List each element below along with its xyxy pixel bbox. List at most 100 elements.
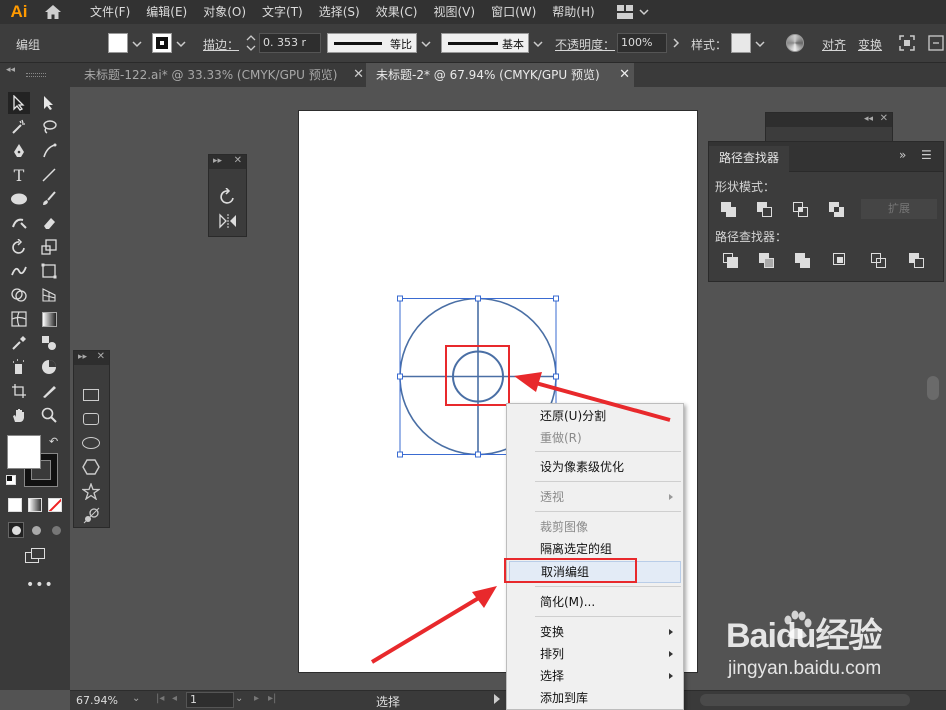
symbol-sprayer-tool-icon[interactable] <box>8 356 30 378</box>
free-transform-tool-icon[interactable] <box>38 260 60 282</box>
menu-effect[interactable]: 效果(C) <box>368 0 426 24</box>
magic-wand-tool-icon[interactable] <box>8 116 30 138</box>
menu-item-arrange[interactable]: 排列 <box>507 643 683 665</box>
rotate-tool-icon[interactable] <box>8 236 30 258</box>
polygon-tool-icon[interactable] <box>82 459 100 478</box>
close-tab-icon[interactable]: ✕ <box>619 63 630 87</box>
panel-expand-icon[interactable]: » <box>899 148 906 162</box>
menu-type[interactable]: 文字(T) <box>254 0 311 24</box>
gradient-tool-icon[interactable] <box>38 308 60 330</box>
brush-dropdown-icon[interactable] <box>533 39 543 49</box>
fill-dropdown-icon[interactable] <box>132 39 142 49</box>
merge-icon[interactable] <box>795 253 811 269</box>
tab-document-122[interactable]: 未标题-122.ai* @ 33.33% (CMYK/GPU 预览) ✕ <box>74 63 364 87</box>
recolor-artwork-icon[interactable] <box>786 34 804 52</box>
menu-window[interactable]: 窗口(W) <box>483 0 544 24</box>
stroke-weight-stepper[interactable] <box>244 33 258 53</box>
shape-builder-tool-icon[interactable] <box>8 284 30 306</box>
outline-icon[interactable] <box>871 253 887 269</box>
panel-collapse-icon[interactable]: ◂◂ <box>864 114 873 124</box>
eraser-tool-icon[interactable] <box>38 212 60 234</box>
selection-tool-icon[interactable] <box>8 92 30 114</box>
ellipse-tool-icon[interactable] <box>8 188 30 210</box>
reflect-tool-icon[interactable] <box>219 213 237 232</box>
transform-button[interactable]: 变换 <box>858 36 882 53</box>
first-artboard-icon[interactable]: |◂ <box>156 693 164 704</box>
toolbar-grip[interactable] <box>26 73 46 77</box>
collapse-panel-icon[interactable]: ◂◂ <box>6 65 15 75</box>
close-tab-icon[interactable]: ✕ <box>353 63 364 87</box>
zoom-dropdown-icon[interactable]: ⌄ <box>132 693 140 704</box>
curvature-tool-icon[interactable] <box>38 140 60 162</box>
line-tool-icon[interactable] <box>38 164 60 186</box>
rectangle-tool-icon[interactable] <box>83 389 99 401</box>
menu-item-make-pixel-perfect[interactable]: 设为像素级优化 <box>507 456 683 478</box>
panel-close-icon[interactable]: ✕ <box>880 113 888 124</box>
rotate-tool-flyout-icon[interactable] <box>219 187 237 209</box>
variable-width-profile[interactable]: 等比 <box>327 33 417 53</box>
isolate-object-icon[interactable] <box>899 35 915 51</box>
type-tool-icon[interactable]: T <box>8 164 30 186</box>
draw-behind-icon[interactable] <box>28 522 44 538</box>
previous-artboard-icon[interactable]: ◂ <box>172 693 177 704</box>
home-icon[interactable] <box>38 0 68 24</box>
graphic-style-swatch[interactable] <box>731 33 751 53</box>
menu-item-select[interactable]: 选择 <box>507 665 683 687</box>
panel-menu-icon[interactable]: ☰ <box>921 148 932 162</box>
status-menu-icon[interactable] <box>494 694 500 704</box>
edit-toolbar-icon[interactable]: ••• <box>26 577 54 593</box>
last-artboard-icon[interactable]: ▸| <box>268 693 276 704</box>
panel-collapse-icon[interactable]: ▸▸ <box>78 352 87 362</box>
draw-inside-icon[interactable] <box>48 522 64 538</box>
draw-normal-icon[interactable] <box>8 522 24 538</box>
trim-icon[interactable] <box>759 253 775 269</box>
artboard-number-field[interactable]: 1 <box>186 692 234 708</box>
menu-item-undo-divide[interactable]: 还原(U)分割 <box>507 405 683 427</box>
exclude-icon[interactable] <box>829 202 845 218</box>
next-artboard-icon[interactable]: ▸ <box>254 693 259 704</box>
brush-definition[interactable]: 基本 <box>441 33 529 53</box>
shaper-tool-icon[interactable] <box>8 212 30 234</box>
stroke-weight-field[interactable]: 0. 353 r <box>259 33 321 53</box>
scrollbar-thumb[interactable] <box>927 376 939 400</box>
paintbrush-tool-icon[interactable] <box>38 188 60 210</box>
minus-back-icon[interactable] <box>909 253 925 269</box>
screen-mode-icon[interactable] <box>25 548 47 564</box>
menu-item-add-to-library[interactable]: 添加到库 <box>507 687 683 709</box>
menu-item-isolate-group[interactable]: 隔离选定的组 <box>507 538 683 560</box>
star-tool-icon[interactable] <box>80 482 102 503</box>
minus-front-icon[interactable] <box>757 202 773 218</box>
stroke-label[interactable]: 描边： <box>203 36 239 53</box>
none-mode-icon[interactable] <box>48 498 62 512</box>
pen-tool-icon[interactable] <box>8 140 30 162</box>
pathfinder-tab[interactable]: 路径查找器 <box>709 146 790 172</box>
stroke-swatch[interactable] <box>152 33 172 53</box>
align-button[interactable]: 对齐 <box>822 36 846 53</box>
zoom-tool-icon[interactable] <box>38 404 60 426</box>
hand-tool-icon[interactable] <box>8 404 30 426</box>
menu-object[interactable]: 对象(O) <box>195 0 254 24</box>
menu-item-simplify[interactable]: 简化(M)... <box>507 591 683 613</box>
lasso-tool-icon[interactable] <box>38 116 60 138</box>
scale-tool-icon[interactable] <box>38 236 60 258</box>
menu-select[interactable]: 选择(S) <box>311 0 368 24</box>
flare-tool-icon[interactable] <box>83 507 100 527</box>
opacity-label[interactable]: 不透明度： <box>555 36 615 53</box>
opacity-expand-icon[interactable] <box>671 38 681 48</box>
pie-graph-tool-icon[interactable] <box>38 356 60 378</box>
mesh-tool-icon[interactable] <box>8 308 30 330</box>
intersect-icon[interactable] <box>793 202 809 218</box>
blend-tool-icon[interactable] <box>38 332 60 354</box>
workspace-switcher-icon[interactable] <box>616 5 649 19</box>
tab-document-2[interactable]: 未标题-2* @ 67.94% (CMYK/GPU 预览) ✕ <box>366 63 634 87</box>
width-tool-icon[interactable] <box>8 260 30 282</box>
artboard-dropdown-icon[interactable]: ⌄ <box>235 693 243 704</box>
direct-selection-tool-icon[interactable] <box>38 92 60 114</box>
slice-tool-icon[interactable] <box>38 380 60 402</box>
style-dropdown-icon[interactable] <box>755 39 765 49</box>
menu-item-transform[interactable]: 变换 <box>507 621 683 643</box>
color-mode-icon[interactable] <box>8 498 22 512</box>
divide-icon[interactable] <box>723 253 739 269</box>
menu-file[interactable]: 文件(F) <box>82 0 138 24</box>
fill-swatch[interactable] <box>108 33 128 53</box>
